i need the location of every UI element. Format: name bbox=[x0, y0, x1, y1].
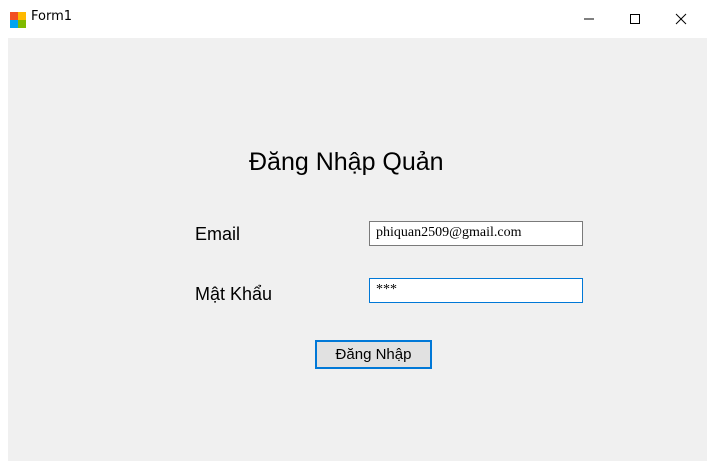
form-client-area: Đăng Nhập Quản Email phiquan2509@gmail.c… bbox=[8, 38, 707, 461]
login-button[interactable]: Đăng Nhập bbox=[315, 340, 432, 369]
form-heading: Đăng Nhập Quản bbox=[249, 148, 444, 176]
minimize-button[interactable] bbox=[566, 0, 612, 38]
password-label: Mật Khẩu bbox=[195, 284, 273, 304]
maximize-icon bbox=[630, 14, 640, 24]
maximize-button[interactable] bbox=[612, 0, 658, 38]
email-field[interactable]: phiquan2509@gmail.com bbox=[369, 221, 583, 246]
app-icon[interactable] bbox=[10, 12, 26, 28]
close-button[interactable] bbox=[658, 0, 704, 38]
minimize-icon bbox=[584, 18, 594, 20]
title-bar[interactable]: Form1 bbox=[0, 0, 707, 38]
window-title: Form1 bbox=[31, 9, 73, 24]
close-icon bbox=[675, 13, 687, 25]
password-field[interactable]: *** bbox=[369, 278, 583, 303]
email-label: Email bbox=[195, 224, 241, 244]
